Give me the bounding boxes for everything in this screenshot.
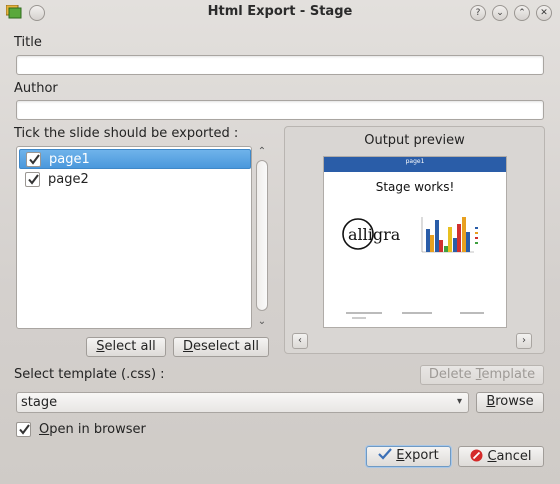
check-icon <box>28 174 39 185</box>
slides-scrollbar[interactable]: ⌃ ⌄ <box>255 146 269 329</box>
svg-text:alligra: alligra <box>348 225 401 244</box>
template-select-value: stage <box>21 395 58 410</box>
deselect-all-button[interactable]: Deselect all <box>173 337 269 357</box>
slide-header-text: page1 <box>405 158 425 165</box>
browse-button[interactable]: Browse <box>476 392 544 413</box>
check-icon <box>19 424 30 435</box>
delete-template-button[interactable]: Delete Template <box>420 365 544 385</box>
slides-label: Tick the slide should be exported : <box>14 126 239 141</box>
slide-checkbox[interactable] <box>26 152 41 167</box>
html-export-dialog: Html Export - Stage ? ⌄ ⌃ ✕ Title Author… <box>0 0 560 484</box>
list-item[interactable]: page1 <box>19 149 251 169</box>
slide-header-bar: page1 <box>324 157 506 172</box>
slide-footer <box>346 312 484 319</box>
chevron-down-icon: ▾ <box>456 396 462 407</box>
calligra-logo: alligra <box>342 218 401 250</box>
select-all-button[interactable]: Select all <box>86 337 166 357</box>
slide-label: page1 <box>49 152 90 167</box>
slide-preview-image: page1 Stage works! alligra <box>323 156 507 328</box>
preview-next-button[interactable]: › <box>516 333 532 349</box>
author-label: Author <box>14 81 58 96</box>
scroll-up-icon[interactable]: ⌃ <box>255 146 269 158</box>
slide-content-graphic: alligra <box>342 217 484 319</box>
template-label: Select template (.css) : <box>14 367 165 382</box>
slide-label: page2 <box>48 172 89 187</box>
scroll-handle[interactable] <box>256 160 268 311</box>
titlebar: Html Export - Stage ? ⌄ ⌃ ✕ <box>0 0 560 26</box>
minimize-button[interactable]: ⌄ <box>492 5 508 21</box>
check-icon <box>29 154 40 165</box>
list-item[interactable]: page2 <box>19 170 251 190</box>
chevron-right-icon: › <box>522 335 526 346</box>
template-select[interactable]: stage ▾ <box>16 392 469 413</box>
preview-previous-button[interactable]: ‹ <box>292 333 308 349</box>
chevron-left-icon: ‹ <box>298 335 302 346</box>
author-input[interactable] <box>16 100 544 120</box>
output-preview-group: Output preview page1 Stage works! alligr… <box>284 126 545 354</box>
help-button[interactable]: ? <box>470 5 486 21</box>
slide-checkbox[interactable] <box>25 172 40 187</box>
maximize-button[interactable]: ⌃ <box>514 5 530 21</box>
open-in-browser-checkbox[interactable]: Open in browser <box>16 421 156 439</box>
checkmark-icon <box>378 448 393 460</box>
export-button[interactable]: Export <box>366 446 451 467</box>
title-label: Title <box>14 35 42 50</box>
preview-title: Output preview <box>364 133 465 148</box>
scroll-down-icon[interactable]: ⌄ <box>255 316 269 328</box>
slide-chart-graphic <box>421 217 478 253</box>
slides-list[interactable]: page1 page2 <box>16 146 252 329</box>
cancel-button[interactable]: Cancel <box>458 446 544 467</box>
close-button[interactable]: ✕ <box>536 5 552 21</box>
open-in-browser-box[interactable] <box>16 422 31 437</box>
open-in-browser-label: Open in browser <box>39 422 146 437</box>
cancel-icon <box>470 449 483 462</box>
title-input[interactable] <box>16 55 544 75</box>
